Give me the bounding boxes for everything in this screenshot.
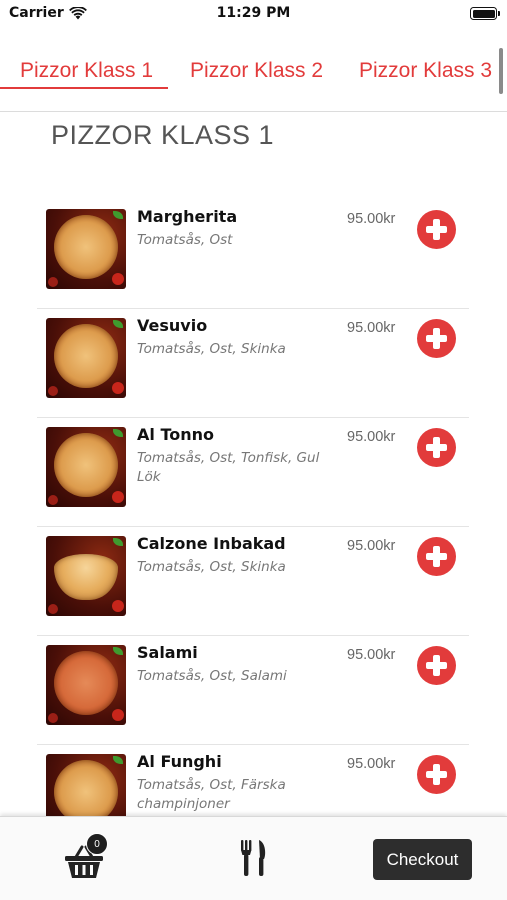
menu-item[interactable]: Margherita Tomatsås, Ost 95.00kr <box>37 200 469 309</box>
item-description: Tomatsås, Ost, Tonfisk, Gul Lök <box>137 450 320 485</box>
calzone-image <box>46 536 126 616</box>
item-description: Tomatsås, Ost, Skinka <box>137 341 286 357</box>
checkout-button[interactable]: Checkout <box>373 839 472 880</box>
add-to-cart-button[interactable] <box>417 646 456 685</box>
item-price: 95.00kr <box>347 756 396 772</box>
tab-scroll-indicator <box>499 48 503 94</box>
battery-icon <box>470 7 500 20</box>
add-to-cart-button[interactable] <box>417 210 456 249</box>
item-price: 95.00kr <box>347 647 396 663</box>
menu-item[interactable]: Vesuvio Tomatsås, Ost, Skinka 95.00kr <box>37 309 469 418</box>
tab-pizzor-klass-3[interactable]: Pizzor Klass 3 <box>359 59 492 83</box>
section-title: PIZZOR KLASS 1 <box>51 120 275 150</box>
fork-knife-icon[interactable] <box>239 839 269 877</box>
pizza-margherita-image <box>46 209 126 289</box>
active-tab-indicator <box>0 87 168 89</box>
category-tab-bar: Pizzor Klass 1 Pizzor Klass 2 Pizzor Kla… <box>0 28 507 112</box>
add-to-cart-button[interactable] <box>417 428 456 467</box>
item-description: Tomatsås, Ost, Färska champinjoner <box>137 777 286 812</box>
status-bar: Carrier 11:29 PM <box>0 0 507 28</box>
item-name: Salami <box>137 643 198 662</box>
cart-button[interactable]: 0 <box>64 833 112 879</box>
add-to-cart-button[interactable] <box>417 319 456 358</box>
add-to-cart-button[interactable] <box>417 755 456 794</box>
menu-item[interactable]: Salami Tomatsås, Ost, Salami 95.00kr <box>37 636 469 745</box>
tab-pizzor-klass-2[interactable]: Pizzor Klass 2 <box>190 59 323 83</box>
status-time: 11:29 PM <box>216 5 291 21</box>
item-name: Margherita <box>137 207 238 226</box>
item-description: Tomatsås, Ost, Skinka <box>137 559 286 575</box>
item-description: Tomatsås, Ost <box>137 232 233 248</box>
tab-pizzor-klass-1[interactable]: Pizzor Klass 1 <box>20 59 153 83</box>
item-description: Tomatsås, Ost, Salami <box>137 668 287 684</box>
item-price: 95.00kr <box>347 429 396 445</box>
item-price: 95.00kr <box>347 538 396 554</box>
menu-item[interactable]: Al Tonno Tomatsås, Ost, Tonfisk, Gul Lök… <box>37 418 469 527</box>
pizza-vesuvio-image <box>46 318 126 398</box>
item-price: 95.00kr <box>347 320 396 336</box>
cart-count-badge: 0 <box>86 833 108 855</box>
item-name: Calzone Inbakad <box>137 534 286 553</box>
item-name: Al Tonno <box>137 425 214 444</box>
item-name: Al Funghi <box>137 752 222 771</box>
add-to-cart-button[interactable] <box>417 537 456 576</box>
menu-list[interactable]: Margherita Tomatsås, Ost 95.00kr Vesuvio… <box>0 200 507 816</box>
pizza-al-tonno-image <box>46 427 126 507</box>
pizza-al-funghi-image <box>46 754 126 816</box>
menu-item[interactable]: Calzone Inbakad Tomatsås, Ost, Skinka 95… <box>37 527 469 636</box>
item-price: 95.00kr <box>347 211 396 227</box>
item-name: Vesuvio <box>137 316 208 335</box>
pizza-salami-image <box>46 645 126 725</box>
menu-item[interactable]: Al Funghi Tomatsås, Ost, Färska champinj… <box>37 745 469 816</box>
bottom-bar: 0 Checkout <box>0 816 507 900</box>
